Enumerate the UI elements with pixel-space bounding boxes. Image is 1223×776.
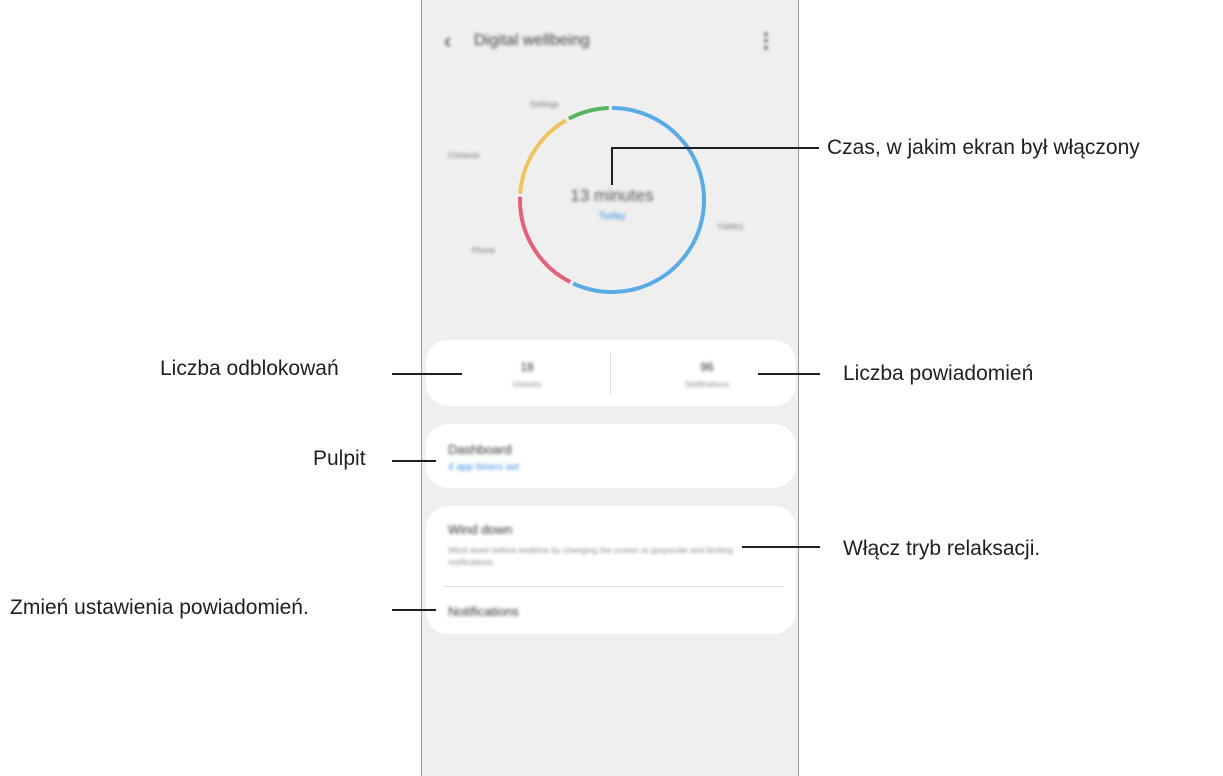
segment-label-gallery: Gallery: [718, 222, 744, 231]
callout-line-dashboard: [392, 460, 436, 462]
callout-dashboard: Pulpit: [313, 447, 366, 470]
stats-card: 18 Unlocks 96 Notifications: [426, 340, 796, 406]
donut-segment-contacts: [518, 118, 568, 194]
callout-line-unlocks: [392, 373, 462, 375]
callout-line-wind-down: [742, 546, 820, 548]
segment-label-phone: Phone: [472, 246, 496, 255]
wind-down-divider: [444, 586, 784, 587]
donut-segment-settings: [567, 106, 609, 121]
wind-down-description: Wind down before bedtime by changing the…: [448, 545, 733, 567]
wind-down-title[interactable]: Wind down: [448, 522, 512, 537]
stats-divider: [610, 352, 611, 394]
callout-line-screen-time: [611, 147, 819, 149]
dashboard-title: Dashboard: [448, 442, 512, 457]
callout-line-notifications: [758, 373, 820, 375]
dashboard-card[interactable]: Dashboard 4 app timers set: [426, 424, 796, 488]
screen-time-period[interactable]: Today: [542, 211, 682, 222]
callout-notification-settings: Zmień ustawienia powiadomień.: [10, 596, 309, 619]
notifications-count: 96: [700, 360, 714, 374]
callout-line-screen-time-vertical: [611, 147, 613, 185]
segment-label-settings: Settings: [530, 100, 559, 109]
screen-time-value: 13 minutes: [570, 186, 654, 205]
callout-unlocks: Liczba odblokowań: [160, 357, 339, 380]
callout-wind-down: Włącz tryb relaksacji.: [843, 537, 1041, 560]
unlocks-stat[interactable]: 18 Unlocks: [442, 360, 612, 389]
phone-screen: ‹ Digital wellbeing ⋮ 13 minutes Today G…: [421, 0, 799, 776]
dashboard-subtitle: 4 app timers set: [448, 462, 520, 473]
notifications-settings-item[interactable]: Notifications: [448, 604, 519, 619]
callout-line-notification-settings: [392, 609, 436, 611]
unlocks-label: Unlocks: [512, 380, 542, 389]
unlocks-count: 18: [520, 360, 534, 374]
donut-segment-phone: [518, 196, 572, 284]
wind-down-card: Wind down Wind down before bedtime by ch…: [426, 506, 796, 634]
segment-label-contacts: Contacts: [448, 151, 480, 160]
callout-notifications: Liczba powiadomień: [843, 362, 1034, 385]
notifications-label: Notifications: [685, 380, 729, 389]
callout-screen-time: Czas, w jakim ekran był włączony: [827, 136, 1140, 159]
